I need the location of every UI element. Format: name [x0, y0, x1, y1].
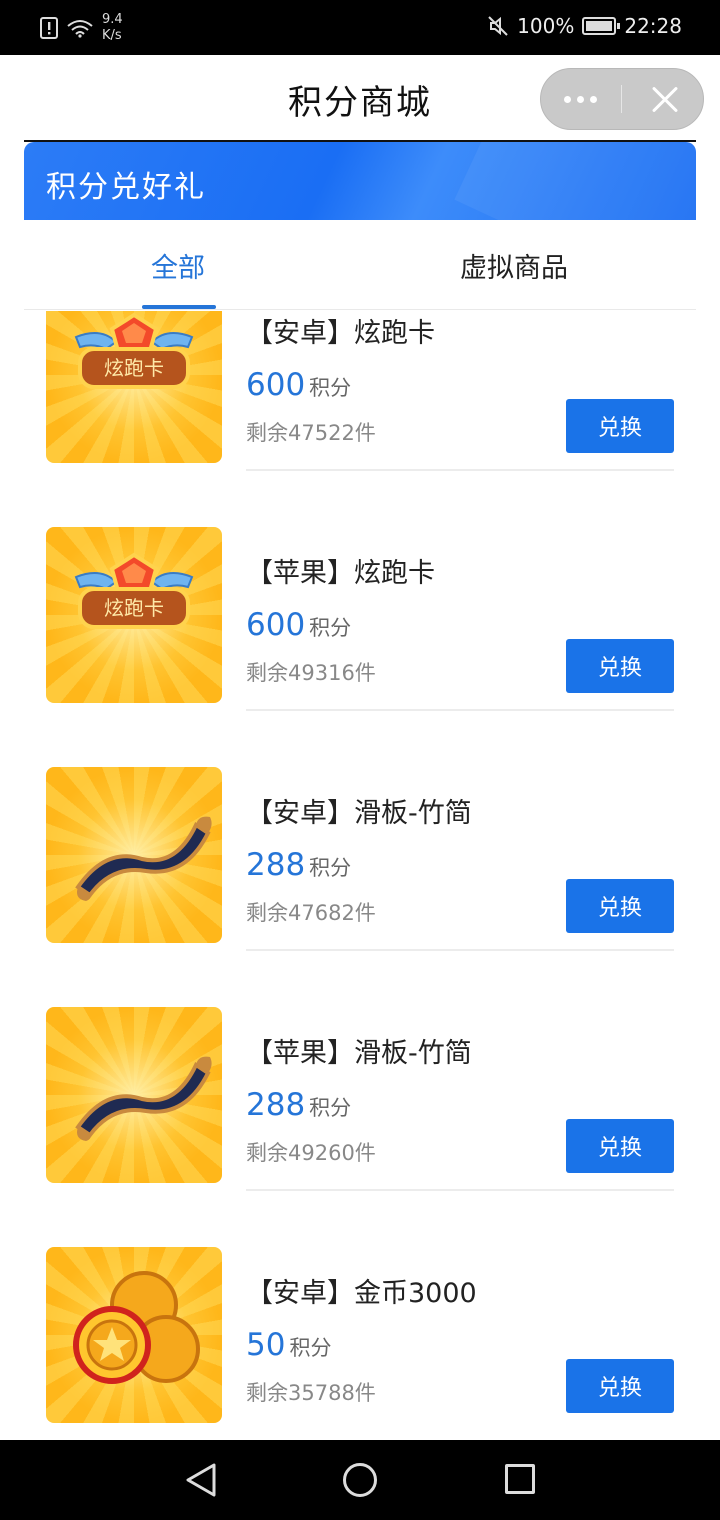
list-item: 【苹果】滑板-竹简 288 积分 剩余49260件 兑换	[24, 1007, 696, 1247]
product-name: 【安卓】金币3000	[246, 1278, 477, 1309]
item-divider	[246, 709, 674, 711]
redeem-button[interactable]: 兑换	[566, 399, 674, 453]
battery-icon	[582, 17, 621, 35]
list-item: 【安卓】金币3000 50 积分 剩余35788件 兑换	[24, 1247, 696, 1440]
product-image[interactable]	[46, 767, 222, 943]
status-left: 9.4 K/s	[40, 12, 123, 44]
skateboard-scroll-icon	[75, 816, 212, 901]
list-item: 炫跑卡 【安卓】炫跑卡 600 积分 剩余47522件 兑换	[24, 311, 696, 527]
status-bar: 9.4 K/s 100% 22:28	[0, 0, 720, 55]
price-value: 288	[246, 1087, 306, 1123]
badge-label: 炫跑卡	[104, 596, 164, 620]
network-speed-unit: K/s	[102, 28, 122, 43]
more-options-button[interactable]	[541, 68, 621, 130]
more-dot-icon	[590, 95, 598, 103]
title-bar: 积分商城	[0, 55, 720, 142]
status-right: 100% 22:28	[487, 14, 682, 38]
product-price: 600 积分	[246, 607, 351, 643]
skateboard-scroll-icon	[75, 1056, 212, 1141]
redeem-button[interactable]: 兑换	[566, 879, 674, 933]
item-divider	[246, 949, 674, 951]
recent-apps-icon[interactable]	[505, 1464, 535, 1494]
price-unit: 积分	[309, 376, 352, 400]
price-value: 600	[246, 367, 306, 403]
redeem-button[interactable]: 兑换	[566, 1119, 674, 1173]
active-tab-indicator	[142, 305, 216, 309]
price-unit: 积分	[309, 616, 352, 640]
more-dot-icon	[577, 95, 585, 103]
banner-title: 积分兑好礼	[46, 170, 206, 205]
price-unit: 积分	[309, 1096, 352, 1120]
product-image[interactable]: 炫跑卡	[46, 527, 222, 703]
mini-program-capsule	[540, 68, 704, 130]
run-card-icon: 炫跑卡	[74, 552, 194, 629]
list-item: 炫跑卡 【苹果】炫跑卡 600 积分 剩余49316件 兑换	[24, 527, 696, 767]
product-name: 【安卓】炫跑卡	[246, 318, 435, 349]
network-speed: 9.4 K/s	[102, 12, 123, 44]
stock-remaining: 剩余47522件	[246, 421, 376, 445]
price-value: 50	[246, 1327, 286, 1363]
product-price: 50 积分	[246, 1327, 331, 1363]
points-banner: 积分兑好礼	[24, 142, 696, 220]
redeem-button[interactable]: 兑换	[566, 639, 674, 693]
close-button[interactable]	[622, 68, 704, 130]
product-price: 288 积分	[246, 847, 351, 883]
battery-percent: 100%	[517, 14, 575, 38]
price-unit: 积分	[289, 1336, 332, 1360]
back-icon[interactable]	[184, 1462, 218, 1498]
product-image[interactable]	[46, 1007, 222, 1183]
stock-remaining: 剩余49316件	[246, 661, 376, 685]
product-image[interactable]: 炫跑卡	[46, 311, 222, 463]
redeem-button[interactable]: 兑换	[566, 1359, 674, 1413]
product-list[interactable]: 炫跑卡 【安卓】炫跑卡 600 积分 剩余47522件 兑换 炫跑卡 【苹果】炫跑…	[24, 311, 696, 1440]
more-dot-icon	[564, 95, 572, 103]
stock-remaining: 剩余47682件	[246, 901, 376, 925]
gold-coins-icon	[73, 1271, 200, 1384]
price-unit: 积分	[309, 856, 352, 880]
notification-alert-icon	[40, 17, 58, 39]
product-name: 【安卓】滑板-竹简	[246, 798, 472, 829]
home-icon[interactable]	[343, 1463, 377, 1497]
stock-remaining: 剩余49260件	[246, 1141, 376, 1165]
tab-all[interactable]: 全部	[104, 220, 252, 310]
system-nav-bar	[0, 1440, 720, 1520]
clock: 22:28	[624, 14, 682, 38]
product-name: 【苹果】滑板-竹简	[246, 1038, 472, 1069]
badge-label: 炫跑卡	[104, 356, 164, 380]
price-value: 600	[246, 607, 306, 643]
item-divider	[246, 469, 674, 471]
product-price: 600 积分	[246, 367, 351, 403]
wifi-icon	[67, 20, 93, 38]
product-price: 288 积分	[246, 1087, 351, 1123]
run-card-icon: 炫跑卡	[74, 312, 194, 389]
product-image[interactable]	[46, 1247, 222, 1423]
category-tabs: 全部 虚拟商品	[24, 220, 696, 310]
network-speed-value: 9.4	[102, 12, 123, 27]
product-name: 【苹果】炫跑卡	[246, 558, 435, 589]
price-value: 288	[246, 847, 306, 883]
stock-remaining: 剩余35788件	[246, 1381, 376, 1405]
mute-icon	[488, 16, 508, 36]
tab-virtual-goods[interactable]: 虚拟商品	[444, 220, 584, 310]
item-divider	[246, 1189, 674, 1191]
list-item: 【安卓】滑板-竹简 288 积分 剩余47682件 兑换	[24, 767, 696, 1007]
